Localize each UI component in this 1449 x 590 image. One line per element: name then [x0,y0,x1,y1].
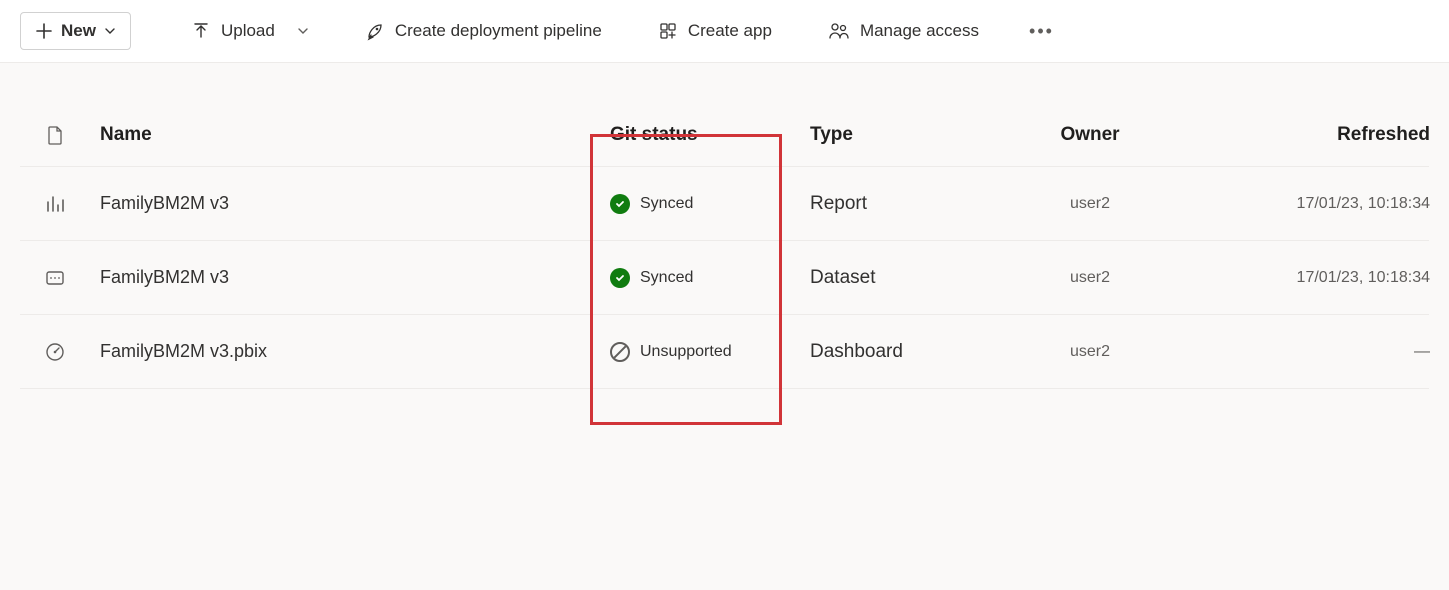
header-icon-col [20,125,90,145]
upload-button[interactable]: Upload [185,15,315,47]
chevron-down-icon [104,25,116,37]
header-name[interactable]: Name [90,124,580,146]
row-owner: user2 [990,343,1190,361]
table-row[interactable]: FamilyBM2M v3 Synced Dataset user2 17/01… [20,241,1429,315]
row-name: FamilyBM2M v3 [90,193,580,214]
row-type: Report [780,193,990,215]
row-type-icon [20,193,90,215]
table-header: Name Git status Type Owner Refreshed [20,103,1429,167]
app-icon [658,21,678,41]
unsupported-icon [610,342,630,362]
row-name: FamilyBM2M v3.pbix [90,341,580,362]
dataset-icon [44,267,66,289]
row-git-status-label: Synced [640,195,693,213]
plus-icon [35,22,53,40]
row-git-status: Synced [580,194,780,214]
synced-check-icon [610,194,630,214]
upload-label: Upload [221,21,275,41]
row-refreshed: — [1190,343,1440,361]
create-pipeline-button[interactable]: Create deployment pipeline [359,15,608,47]
create-app-label: Create app [688,21,772,41]
row-git-status-label: Unsupported [640,343,732,361]
row-type-icon [20,267,90,289]
chevron-down-icon [297,25,309,37]
more-button[interactable]: ••• [1021,15,1062,48]
file-icon [46,125,64,145]
new-button-label: New [61,21,96,41]
row-git-status: Unsupported [580,342,780,362]
rocket-icon [365,21,385,41]
row-owner: user2 [990,269,1190,287]
manage-access-button[interactable]: Manage access [822,15,985,47]
dashboard-icon [44,341,66,363]
table-row[interactable]: FamilyBM2M v3 Synced Report user2 17/01/… [20,167,1429,241]
row-owner: user2 [990,195,1190,213]
row-refreshed: 17/01/23, 10:18:34 [1190,195,1440,213]
manage-access-label: Manage access [860,21,979,41]
toolbar: New Upload Create deployment pipeline Cr… [0,0,1449,63]
row-type: Dashboard [780,341,990,363]
row-type-icon [20,341,90,363]
upload-icon [191,21,211,41]
row-git-status-label: Synced [640,269,693,287]
new-button[interactable]: New [20,12,131,50]
create-pipeline-label: Create deployment pipeline [395,21,602,41]
row-name: FamilyBM2M v3 [90,267,580,288]
create-app-button[interactable]: Create app [652,15,778,47]
people-icon [828,21,850,41]
header-refreshed[interactable]: Refreshed [1190,124,1440,146]
report-icon [44,193,66,215]
table-row[interactable]: FamilyBM2M v3.pbix Unsupported Dashboard… [20,315,1429,389]
header-owner[interactable]: Owner [990,124,1190,146]
header-type[interactable]: Type [780,124,990,146]
content-area: Name Git status Type Owner Refreshed Fam… [0,103,1449,389]
row-git-status: Synced [580,268,780,288]
synced-check-icon [610,268,630,288]
row-refreshed: 17/01/23, 10:18:34 [1190,269,1440,287]
row-type: Dataset [780,267,990,289]
items-table: Name Git status Type Owner Refreshed Fam… [20,103,1429,389]
header-git-status[interactable]: Git status [580,124,780,146]
